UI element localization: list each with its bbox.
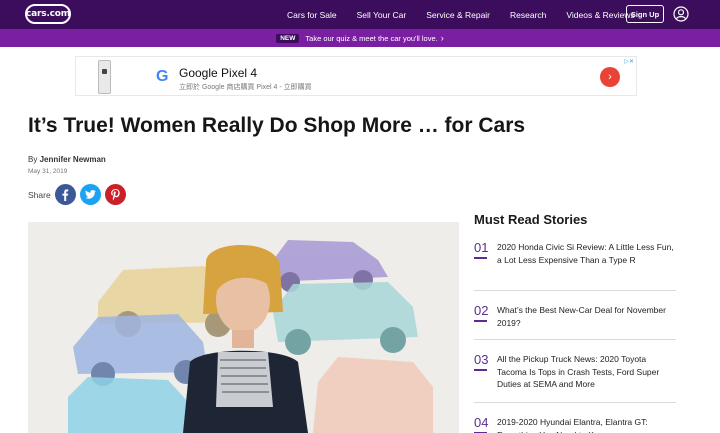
story-number: 04 <box>474 415 489 430</box>
article-hero-image <box>28 222 459 433</box>
user-account-icon[interactable] <box>673 6 689 22</box>
car-illustration-pink <box>313 357 433 433</box>
ad-arrow-button[interactable]: › <box>600 67 620 87</box>
ad-title[interactable]: Google Pixel 4 <box>179 66 257 80</box>
top-nav: cars.com Cars for Sale Sell Your Car Ser… <box>0 0 720 29</box>
nav-link-cars-for-sale[interactable]: Cars for Sale <box>287 10 337 20</box>
twitter-share-button[interactable] <box>79 184 101 205</box>
chevron-right-icon: › <box>440 33 444 43</box>
story-item-2[interactable]: 02 What’s the Best New-Car Deal for Nove… <box>474 303 676 333</box>
advertisement-banner[interactable]: G Google Pixel 4 立即於 Google 商店購買 Pixel 4… <box>75 56 637 96</box>
google-logo-icon: G <box>156 68 169 85</box>
byline-prefix: By <box>28 155 38 164</box>
story-number-underline <box>474 320 487 322</box>
story-divider <box>474 290 676 291</box>
nav-links: Cars for Sale Sell Your Car Service & Re… <box>287 0 655 29</box>
story-link[interactable]: 2019-2020 Hyundai Elantra, Elantra GT: E… <box>497 416 676 433</box>
promo-text[interactable]: Take our quiz & meet the car you'll love… <box>305 34 437 43</box>
story-item-3[interactable]: 03 All the Pickup Truck News: 2020 Toyot… <box>474 352 676 392</box>
story-link[interactable]: What’s the Best New-Car Deal for Novembe… <box>497 304 677 329</box>
car-illustration-cyan <box>68 377 188 433</box>
pinterest-share-button[interactable] <box>104 184 126 205</box>
story-divider <box>474 402 676 403</box>
promo-banner[interactable]: NEW Take our quiz & meet the car you'll … <box>0 29 720 47</box>
publish-date: May 31, 2019 <box>28 168 68 175</box>
nav-link-research[interactable]: Research <box>510 10 546 20</box>
twitter-icon <box>84 190 96 199</box>
story-number-underline <box>474 257 487 259</box>
hero-collage-illustration <box>28 222 459 433</box>
share-bar: Share <box>28 184 130 205</box>
author-name[interactable]: Jennifer Newman <box>40 155 106 164</box>
story-link[interactable]: 2020 Honda Civic Si Review: A Little Les… <box>497 241 677 266</box>
story-item-1[interactable]: 01 2020 Honda Civic Si Review: A Little … <box>474 240 676 288</box>
logo-text: cars.com <box>26 9 70 19</box>
nav-link-service-repair[interactable]: Service & Repair <box>426 10 490 20</box>
must-read-title: Must Read Stories <box>474 212 588 227</box>
ad-subtitle: 立即於 Google 商店購買 Pixel 4 - 立即購買 <box>179 84 312 91</box>
facebook-share-button[interactable] <box>54 184 76 205</box>
story-link[interactable]: All the Pickup Truck News: 2020 Toyota T… <box>497 353 677 391</box>
pinterest-icon <box>110 188 120 200</box>
phone-product-image <box>98 60 111 94</box>
ad-choices-icon[interactable]: ▷✕ <box>624 58 634 65</box>
article-title: It’s True! Women Really Do Shop More … f… <box>28 114 526 137</box>
story-number-underline <box>474 369 487 371</box>
story-number: 03 <box>474 352 489 367</box>
story-divider <box>474 339 676 340</box>
story-number: 02 <box>474 303 489 318</box>
nav-link-videos-reviews[interactable]: Videos & Reviews <box>566 10 634 20</box>
story-number: 01 <box>474 240 489 255</box>
cars-com-logo[interactable]: cars.com <box>25 4 71 24</box>
share-label: Share <box>28 189 51 200</box>
nav-link-sell-your-car[interactable]: Sell Your Car <box>357 10 407 20</box>
sign-up-button[interactable]: Sign Up <box>626 5 664 23</box>
story-item-4[interactable]: 04 2019-2020 Hyundai Elantra, Elantra GT… <box>474 415 676 433</box>
new-badge: NEW <box>276 33 300 43</box>
byline: By Jennifer Newman <box>28 155 106 164</box>
facebook-icon <box>62 188 69 201</box>
